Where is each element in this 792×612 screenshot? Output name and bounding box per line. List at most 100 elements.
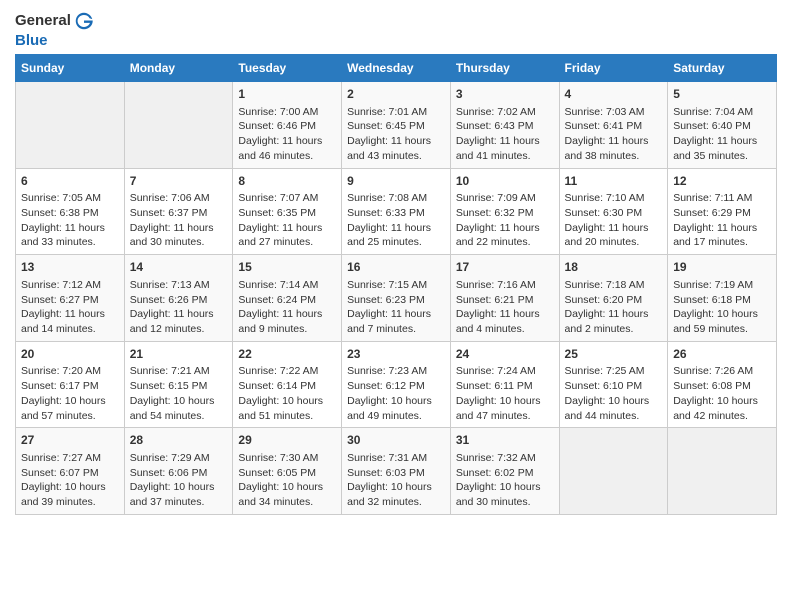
calendar-cell: 7 Sunrise: 7:06 AM Sunset: 6:37 PM Dayli… <box>124 168 233 255</box>
calendar-cell: 6 Sunrise: 7:05 AM Sunset: 6:38 PM Dayli… <box>16 168 125 255</box>
calendar-cell: 28 Sunrise: 7:29 AM Sunset: 6:06 PM Dayl… <box>124 428 233 515</box>
day-number: 17 <box>456 259 554 276</box>
sunrise-text: Sunrise: 7:32 AM <box>456 452 536 464</box>
calendar-cell: 3 Sunrise: 7:02 AM Sunset: 6:43 PM Dayli… <box>450 82 559 169</box>
calendar-cell: 20 Sunrise: 7:20 AM Sunset: 6:17 PM Dayl… <box>16 341 125 428</box>
sunset-text: Sunset: 6:21 PM <box>456 294 534 306</box>
sunrise-text: Sunrise: 7:07 AM <box>238 192 318 204</box>
calendar-cell: 24 Sunrise: 7:24 AM Sunset: 6:11 PM Dayl… <box>450 341 559 428</box>
daylight-text: Daylight: 10 hours and 42 minutes. <box>673 395 758 422</box>
daylight-text: Daylight: 10 hours and 51 minutes. <box>238 395 323 422</box>
day-number: 27 <box>21 432 119 449</box>
calendar-table: SundayMondayTuesdayWednesdayThursdayFrid… <box>15 54 777 515</box>
daylight-text: Daylight: 11 hours and 46 minutes. <box>238 135 322 162</box>
day-number: 16 <box>347 259 445 276</box>
daylight-text: Daylight: 11 hours and 35 minutes. <box>673 135 757 162</box>
calendar-cell: 26 Sunrise: 7:26 AM Sunset: 6:08 PM Dayl… <box>668 341 777 428</box>
calendar-week-row: 20 Sunrise: 7:20 AM Sunset: 6:17 PM Dayl… <box>16 341 777 428</box>
day-number: 22 <box>238 346 336 363</box>
sunrise-text: Sunrise: 7:25 AM <box>565 365 645 377</box>
day-number: 29 <box>238 432 336 449</box>
day-header-thursday: Thursday <box>450 55 559 82</box>
day-number: 5 <box>673 86 771 103</box>
daylight-text: Daylight: 11 hours and 2 minutes. <box>565 308 649 335</box>
calendar-cell: 18 Sunrise: 7:18 AM Sunset: 6:20 PM Dayl… <box>559 255 668 342</box>
calendar-cell <box>124 82 233 169</box>
daylight-text: Daylight: 11 hours and 43 minutes. <box>347 135 431 162</box>
calendar-cell: 22 Sunrise: 7:22 AM Sunset: 6:14 PM Dayl… <box>233 341 342 428</box>
day-number: 2 <box>347 86 445 103</box>
daylight-text: Daylight: 10 hours and 37 minutes. <box>130 481 215 508</box>
sunrise-text: Sunrise: 7:13 AM <box>130 279 210 291</box>
calendar-cell: 1 Sunrise: 7:00 AM Sunset: 6:46 PM Dayli… <box>233 82 342 169</box>
day-number: 30 <box>347 432 445 449</box>
daylight-text: Daylight: 11 hours and 25 minutes. <box>347 222 431 249</box>
sunrise-text: Sunrise: 7:02 AM <box>456 106 536 118</box>
daylight-text: Daylight: 11 hours and 22 minutes. <box>456 222 540 249</box>
sunset-text: Sunset: 6:26 PM <box>130 294 208 306</box>
sunset-text: Sunset: 6:46 PM <box>238 120 316 132</box>
sunset-text: Sunset: 6:08 PM <box>673 380 751 392</box>
day-number: 23 <box>347 346 445 363</box>
sunrise-text: Sunrise: 7:21 AM <box>130 365 210 377</box>
calendar-cell: 8 Sunrise: 7:07 AM Sunset: 6:35 PM Dayli… <box>233 168 342 255</box>
sunrise-text: Sunrise: 7:14 AM <box>238 279 318 291</box>
sunrise-text: Sunrise: 7:10 AM <box>565 192 645 204</box>
sunrise-text: Sunrise: 7:20 AM <box>21 365 101 377</box>
sunset-text: Sunset: 6:20 PM <box>565 294 643 306</box>
day-header-wednesday: Wednesday <box>342 55 451 82</box>
calendar-cell: 15 Sunrise: 7:14 AM Sunset: 6:24 PM Dayl… <box>233 255 342 342</box>
sunrise-text: Sunrise: 7:00 AM <box>238 106 318 118</box>
calendar-cell: 21 Sunrise: 7:21 AM Sunset: 6:15 PM Dayl… <box>124 341 233 428</box>
calendar-cell: 30 Sunrise: 7:31 AM Sunset: 6:03 PM Dayl… <box>342 428 451 515</box>
calendar-cell: 5 Sunrise: 7:04 AM Sunset: 6:40 PM Dayli… <box>668 82 777 169</box>
calendar-cell: 29 Sunrise: 7:30 AM Sunset: 6:05 PM Dayl… <box>233 428 342 515</box>
logo-text-blue: Blue <box>15 32 48 49</box>
sunrise-text: Sunrise: 7:03 AM <box>565 106 645 118</box>
daylight-text: Daylight: 11 hours and 17 minutes. <box>673 222 757 249</box>
sunrise-text: Sunrise: 7:29 AM <box>130 452 210 464</box>
sunset-text: Sunset: 6:07 PM <box>21 467 99 479</box>
calendar-cell: 19 Sunrise: 7:19 AM Sunset: 6:18 PM Dayl… <box>668 255 777 342</box>
sunrise-text: Sunrise: 7:04 AM <box>673 106 753 118</box>
day-number: 15 <box>238 259 336 276</box>
sunrise-text: Sunrise: 7:05 AM <box>21 192 101 204</box>
sunrise-text: Sunrise: 7:08 AM <box>347 192 427 204</box>
calendar-cell: 27 Sunrise: 7:27 AM Sunset: 6:07 PM Dayl… <box>16 428 125 515</box>
day-header-friday: Friday <box>559 55 668 82</box>
sunset-text: Sunset: 6:41 PM <box>565 120 643 132</box>
daylight-text: Daylight: 11 hours and 27 minutes. <box>238 222 322 249</box>
daylight-text: Daylight: 11 hours and 41 minutes. <box>456 135 540 162</box>
sunset-text: Sunset: 6:23 PM <box>347 294 425 306</box>
daylight-text: Daylight: 10 hours and 49 minutes. <box>347 395 432 422</box>
sunset-text: Sunset: 6:30 PM <box>565 207 643 219</box>
calendar-week-row: 1 Sunrise: 7:00 AM Sunset: 6:46 PM Dayli… <box>16 82 777 169</box>
sunrise-text: Sunrise: 7:23 AM <box>347 365 427 377</box>
calendar-cell: 16 Sunrise: 7:15 AM Sunset: 6:23 PM Dayl… <box>342 255 451 342</box>
calendar-cell: 4 Sunrise: 7:03 AM Sunset: 6:41 PM Dayli… <box>559 82 668 169</box>
sunrise-text: Sunrise: 7:26 AM <box>673 365 753 377</box>
day-number: 25 <box>565 346 663 363</box>
sunset-text: Sunset: 6:06 PM <box>130 467 208 479</box>
calendar-week-row: 6 Sunrise: 7:05 AM Sunset: 6:38 PM Dayli… <box>16 168 777 255</box>
calendar-cell: 23 Sunrise: 7:23 AM Sunset: 6:12 PM Dayl… <box>342 341 451 428</box>
calendar-cell: 14 Sunrise: 7:13 AM Sunset: 6:26 PM Dayl… <box>124 255 233 342</box>
sunset-text: Sunset: 6:45 PM <box>347 120 425 132</box>
daylight-text: Daylight: 10 hours and 47 minutes. <box>456 395 541 422</box>
day-header-saturday: Saturday <box>668 55 777 82</box>
sunset-text: Sunset: 6:17 PM <box>21 380 99 392</box>
sunrise-text: Sunrise: 7:22 AM <box>238 365 318 377</box>
daylight-text: Daylight: 11 hours and 14 minutes. <box>21 308 105 335</box>
sunrise-text: Sunrise: 7:19 AM <box>673 279 753 291</box>
day-number: 31 <box>456 432 554 449</box>
calendar-cell: 10 Sunrise: 7:09 AM Sunset: 6:32 PM Dayl… <box>450 168 559 255</box>
sunset-text: Sunset: 6:12 PM <box>347 380 425 392</box>
logo-text-general: General <box>15 12 71 30</box>
sunrise-text: Sunrise: 7:15 AM <box>347 279 427 291</box>
sunset-text: Sunset: 6:18 PM <box>673 294 751 306</box>
daylight-text: Daylight: 10 hours and 39 minutes. <box>21 481 106 508</box>
calendar-cell: 12 Sunrise: 7:11 AM Sunset: 6:29 PM Dayl… <box>668 168 777 255</box>
sunrise-text: Sunrise: 7:12 AM <box>21 279 101 291</box>
day-number: 24 <box>456 346 554 363</box>
sunrise-text: Sunrise: 7:11 AM <box>673 192 752 204</box>
